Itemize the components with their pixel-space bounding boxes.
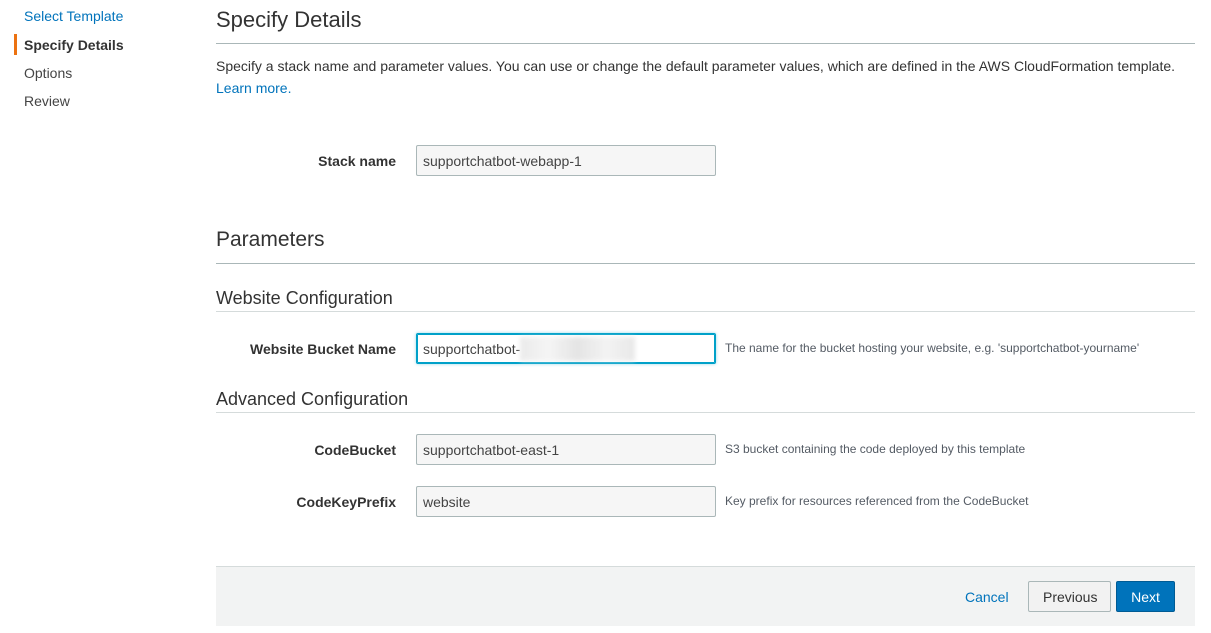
website-config-heading: Website Configuration (216, 288, 393, 308)
page-title: Specify Details (216, 7, 362, 32)
next-button[interactable]: Next (1116, 581, 1175, 612)
sidebar-item-select-template[interactable]: Select Template (24, 7, 123, 25)
title-divider (216, 43, 1195, 44)
code-key-prefix-input[interactable] (416, 486, 716, 517)
code-bucket-label: CodeBucket (314, 442, 396, 458)
advanced-config-divider (216, 412, 1195, 413)
code-key-prefix-hint: Key prefix for resources referenced from… (725, 494, 1029, 508)
website-bucket-hint: The name for the bucket hosting your web… (725, 341, 1140, 355)
advanced-config-heading: Advanced Configuration (216, 389, 409, 409)
sidebar-item-specify-details: Specify Details (24, 37, 124, 53)
redacted-bucket-suffix (520, 337, 635, 361)
parameters-heading: Parameters (216, 228, 325, 251)
page-description: Specify a stack name and parameter value… (216, 55, 1196, 99)
active-step-indicator (14, 34, 17, 55)
cancel-button[interactable]: Cancel (965, 589, 1009, 605)
previous-button[interactable]: Previous (1028, 581, 1111, 612)
code-bucket-input[interactable] (416, 434, 716, 465)
parameters-divider (216, 263, 1195, 264)
code-key-prefix-label: CodeKeyPrefix (296, 494, 396, 510)
sidebar-item-review: Review (24, 93, 70, 109)
stack-name-input[interactable] (416, 145, 716, 176)
website-config-divider (216, 311, 1195, 312)
learn-more-link[interactable]: Learn more. (216, 80, 291, 96)
sidebar-item-options: Options (24, 65, 73, 81)
website-bucket-label: Website Bucket Name (249, 341, 396, 357)
stack-name-label: Stack name (318, 153, 396, 169)
description-text: Specify a stack name and parameter value… (216, 58, 1176, 74)
code-bucket-hint: S3 bucket containing the code deployed b… (725, 442, 1026, 456)
